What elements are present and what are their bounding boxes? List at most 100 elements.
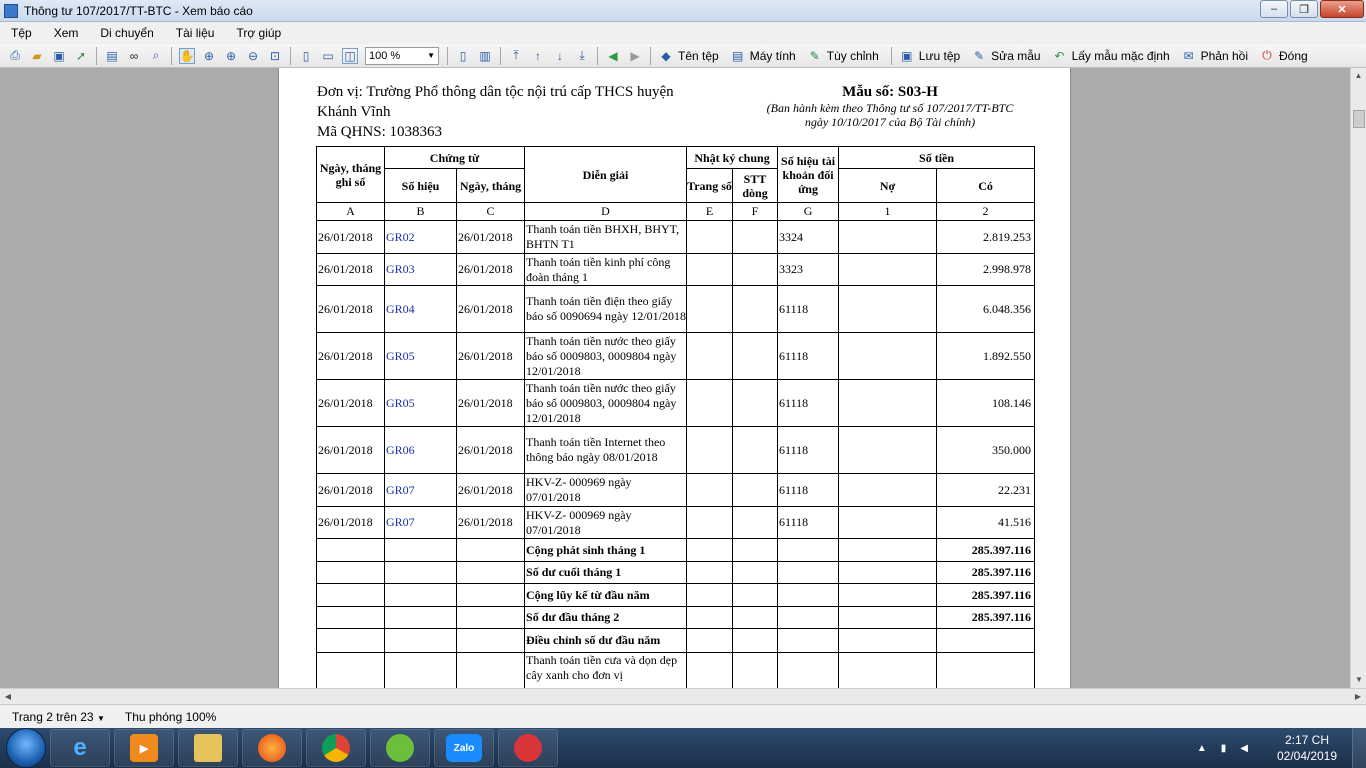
actual-size-icon[interactable]: ◫ [342,47,358,64]
zoom-in-alt-icon[interactable]: ⊕ [223,48,239,64]
cell-credit: 2.819.253 [936,220,1036,254]
undo-arrow-icon: ↶ [1054,48,1065,63]
taskbar-app-green[interactable] [370,729,430,767]
taskbar-chrome[interactable] [306,729,366,767]
horizontal-scrollbar[interactable]: ◀ ▶ [0,688,1366,704]
voucher-link[interactable]: GR04 [384,285,457,333]
cell-account: 61118 [777,379,840,427]
menu-navigate[interactable]: Di chuyển [89,26,164,40]
taskbar-explorer[interactable] [178,729,238,767]
cell-description: Thanh toán tiền cưa và dọn dẹp cây xanh … [524,652,688,688]
taskbar-zalo[interactable]: Zalo [434,729,494,767]
qhns-code: Mã QHNS: 1038363 [317,124,443,140]
zoom-region-icon[interactable]: ⊡ [267,48,283,64]
clock[interactable]: 2:17 CH 02/04/2019 [1262,732,1352,764]
cell-debit [838,506,938,539]
voucher-link[interactable]: GR05 [384,332,457,380]
cell-stt [732,220,779,254]
internet-explorer-icon: e [73,734,87,761]
fit-page-icon[interactable]: ▯ [298,48,314,64]
start-button[interactable] [6,728,46,768]
scroll-right-icon[interactable]: ▶ [1350,689,1366,705]
last-page-icon[interactable]: ⤓ [574,48,590,64]
default-template-button[interactable]: ↶ Lấy mẫu mặc định [1049,48,1170,64]
forward-icon[interactable]: ▶ [627,48,643,64]
cell-account: 61118 [777,473,840,507]
document-viewport[interactable]: Đơn vị: Trường Phổ thông dân tộc nội trú… [0,68,1350,688]
scroll-thumb[interactable] [1353,110,1365,128]
voucher-link[interactable]: GR07 [384,506,457,539]
cell-date: 26/01/2018 [316,379,385,427]
maximize-button[interactable]: ❐ [1290,0,1318,18]
zoom-in-icon[interactable]: ⊕ [201,48,217,64]
voucher-link[interactable]: GR02 [384,220,457,254]
taskbar-firefox[interactable] [242,729,302,767]
minimize-button[interactable]: – [1260,0,1288,18]
media-player-icon: ▶ [130,734,158,762]
vertical-scrollbar[interactable]: ▲ ▼ [1350,68,1366,688]
binoculars-icon[interactable]: ∞ [126,48,142,64]
summary-row: Số dư đầu tháng 2 285.397.116 [316,606,1036,629]
scroll-up-icon[interactable]: ▲ [1351,68,1366,84]
header-date: Ngày, tháng ghi sổ [316,146,385,203]
voucher-link[interactable]: GR03 [384,253,457,286]
taskbar: e ▶ Zalo ▲ ▮ ◀ 2:17 CH 02/04/2019 [0,728,1366,768]
edit-template-button[interactable]: ✎ Sửa mẫu [968,48,1040,64]
open-folder-icon[interactable]: ▰ [29,48,45,64]
toolbar-separator [597,46,598,65]
taskbar-media[interactable]: ▶ [114,729,174,767]
computer-button[interactable]: ▤ Máy tính [727,48,796,64]
save-icon[interactable]: ▣ [51,48,67,64]
ledger-table: Ngày, tháng ghi sổ Chứng từ Diễn giải Nh… [316,146,1036,688]
menu-help[interactable]: Trợ giúp [225,26,292,40]
customize-button[interactable]: ✎ Tùy chỉnh [804,48,879,64]
scroll-left-icon[interactable]: ◀ [0,689,16,705]
network-icon[interactable]: ▮ [1221,743,1227,754]
voucher-link[interactable]: GR07 [384,473,457,507]
feedback-button[interactable]: ✉ Phản hồi [1178,48,1248,64]
summary-row: Số dư cuối tháng 1 285.397.116 [316,561,1036,584]
save-file-button[interactable]: ▣ Lưu tệp [896,48,960,64]
multi-page-icon[interactable]: ▥ [477,48,493,64]
table-row: 26/01/2018 GR02 26/01/2018 Thanh toán ti… [316,220,1036,254]
print-icon[interactable]: ⎙ [7,48,23,64]
table-view-icon[interactable]: ▤ [104,48,120,64]
show-desktop-button[interactable] [1352,728,1366,768]
tray-expand-icon[interactable]: ▲ [1197,743,1207,754]
first-page-icon[interactable]: ⤒ [508,48,524,64]
summary-credit: 285.397.116 [936,561,1036,584]
zoom-select[interactable]: 100 % ▼ [365,46,439,65]
computer-icon: ▤ [732,48,744,63]
close-report-button[interactable]: ⏻ Đóng [1256,48,1307,64]
voucher-link[interactable]: GR05 [384,379,457,427]
page-indicator[interactable]: Trang 2 trên 23 ▼ [0,710,125,724]
previous-page-icon[interactable]: ↑ [530,48,546,64]
menu-file[interactable]: Tệp [0,26,43,40]
column-letter: F [732,202,779,221]
file-name-button[interactable]: ◆ Tên tệp [655,48,718,64]
taskbar-report-app[interactable] [498,729,558,767]
export-icon[interactable]: ➚ [73,48,89,64]
cell-stt [732,253,779,286]
scroll-down-icon[interactable]: ▼ [1351,672,1366,688]
toolbar-separator [890,46,892,65]
floppy-icon: ▣ [901,48,913,63]
next-page-icon[interactable]: ↓ [552,48,568,64]
fit-width-icon[interactable]: ▭ [320,48,336,64]
close-window-button[interactable]: ✕ [1320,0,1364,18]
report-page: Đơn vị: Trường Phổ thông dân tộc nội trú… [278,68,1071,688]
voucher-link[interactable]: GR06 [384,426,457,474]
taskbar-ie[interactable]: e [50,729,110,767]
cell-date: 26/01/2018 [316,426,385,474]
back-icon[interactable]: ◀ [605,48,621,64]
table-row: Thanh toán tiền cưa và dọn dẹp cây xanh … [316,652,1036,688]
menu-view[interactable]: Xem [43,26,90,40]
single-page-icon[interactable]: ▯ [455,48,471,64]
cell-credit: 108.146 [936,379,1036,427]
volume-icon[interactable]: ◀ [1240,743,1248,754]
summary-label: Số dư đầu tháng 2 [524,606,688,629]
menu-document[interactable]: Tài liệu [165,26,226,40]
hand-tool-icon[interactable]: ✋ [179,47,195,64]
zoom-out-icon[interactable]: ⊖ [245,48,261,64]
find-icon[interactable]: ⌕ [148,48,164,64]
